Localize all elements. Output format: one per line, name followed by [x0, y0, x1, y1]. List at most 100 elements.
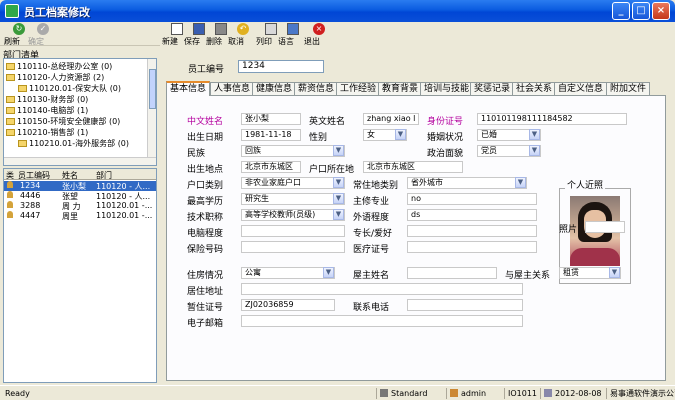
- phone-field[interactable]: [407, 299, 523, 311]
- tab-education[interactable]: 教育背景: [378, 82, 423, 95]
- folder-icon: [18, 140, 27, 147]
- chevron-down-icon[interactable]: ▼: [515, 177, 526, 188]
- nation-select[interactable]: 回族: [241, 145, 345, 157]
- major-field[interactable]: no: [407, 193, 537, 205]
- foreign-language-label: 外语程度: [353, 213, 390, 223]
- english-name-field[interactable]: zhang xiao l: [363, 113, 419, 125]
- employee-list[interactable]: 类 员工编码 姓名 部门 1234 张小梨 110120 - 人... 4446…: [3, 168, 157, 383]
- chevron-down-icon[interactable]: ▼: [529, 145, 540, 156]
- department-item[interactable]: 110130-财务部 (0): [6, 94, 88, 105]
- cancel-icon: ↶: [237, 23, 249, 35]
- owner-name-field[interactable]: [407, 267, 497, 279]
- tab-health-info[interactable]: 健康信息: [252, 82, 297, 95]
- calendar-icon: [544, 389, 552, 397]
- department-item[interactable]: 110150-环境安全健康部 (0): [6, 116, 120, 127]
- department-item[interactable]: 110140-电脑部 (1): [6, 105, 88, 116]
- user-icon: [450, 389, 458, 397]
- tab-attachments[interactable]: 附加文件: [606, 82, 651, 95]
- left-toolbar: ↻ 刷新 ✓ 确定: [0, 22, 160, 46]
- technical-title-select[interactable]: 高等学校教师(员级): [241, 209, 345, 221]
- tab-social-relations[interactable]: 社会关系: [512, 82, 557, 95]
- employee-row[interactable]: 4446 张望 110120 - 人...: [4, 191, 156, 201]
- email-field[interactable]: [241, 315, 523, 327]
- employee-number-field[interactable]: 1234: [238, 60, 324, 73]
- tab-basic-info[interactable]: 基本信息: [166, 81, 211, 96]
- column-header-dept[interactable]: 部门: [96, 170, 112, 181]
- status-company: 易事通软件演示公司: [606, 388, 675, 399]
- tab-custom-info[interactable]: 自定义信息: [554, 82, 608, 95]
- check-icon: ✓: [37, 23, 49, 35]
- computer-level-field[interactable]: [241, 225, 345, 237]
- department-hscrollbar[interactable]: [4, 157, 156, 165]
- folder-icon: [6, 118, 15, 125]
- chinese-name-field[interactable]: 张小梨: [241, 113, 301, 125]
- address-label: 居住地址: [187, 287, 224, 297]
- chevron-down-icon[interactable]: ▼: [529, 129, 540, 140]
- chevron-down-icon[interactable]: ▼: [333, 177, 344, 188]
- department-item[interactable]: 110120.01-保安大队 (0): [18, 83, 121, 94]
- temporary-permit-field[interactable]: ZJ02036859: [241, 299, 335, 311]
- employee-form: 员工编号 1234 基本信息 人事信息 健康信息 薪资信息 工作经验 教育背景 …: [160, 48, 675, 385]
- department-tree[interactable]: 110110-总经理办公室 (0) 110120-人力资源部 (2) 11012…: [3, 58, 157, 166]
- exit-button[interactable]: × 退出: [304, 22, 334, 46]
- cancel-button[interactable]: ↶ 取消: [228, 22, 258, 46]
- hukou-type-select[interactable]: 非农业家庭户口: [241, 177, 345, 189]
- column-header-code[interactable]: 员工编码: [18, 170, 50, 181]
- insurance-number-label: 保险号码: [187, 245, 224, 255]
- department-scrollbar[interactable]: [147, 59, 156, 165]
- insurance-number-field[interactable]: [241, 241, 345, 253]
- mode-icon: [380, 389, 388, 397]
- household-location-field[interactable]: 北京市东城区: [363, 161, 463, 173]
- tab-rewards-penalties[interactable]: 奖惩记录: [470, 82, 515, 95]
- housing-select[interactable]: 公寓: [241, 267, 335, 279]
- chevron-down-icon[interactable]: ▼: [333, 145, 344, 156]
- department-item[interactable]: 110210-销售部 (1): [6, 127, 88, 138]
- employee-row[interactable]: 4447 周里 110120.01 -...: [4, 211, 156, 221]
- address-field[interactable]: [241, 283, 523, 295]
- close-button[interactable]: ×: [652, 2, 670, 20]
- employee-row[interactable]: 1234 张小梨 110120 - 人...: [4, 181, 156, 191]
- chevron-down-icon[interactable]: ▼: [395, 129, 406, 140]
- owner-relation-label: 与屋主关系: [505, 271, 551, 281]
- app-icon: [5, 4, 19, 18]
- department-item[interactable]: 110110-总经理办公室 (0): [6, 61, 112, 72]
- chevron-down-icon[interactable]: ▼: [323, 267, 334, 278]
- tab-training-skills[interactable]: 培训与技能: [420, 82, 474, 95]
- hobby-field[interactable]: [407, 225, 537, 237]
- computer-level-label: 电脑程度: [187, 229, 224, 239]
- chevron-down-icon[interactable]: ▼: [333, 209, 344, 220]
- medical-card-field[interactable]: [407, 241, 537, 253]
- scroll-thumb[interactable]: [149, 69, 156, 109]
- chevron-down-icon[interactable]: ▼: [609, 267, 620, 278]
- photo-label: 照片: [559, 225, 578, 235]
- employee-row[interactable]: 3288 周 力 110120.01 -...: [4, 201, 156, 211]
- confirm-button[interactable]: ✓ 确定: [28, 22, 58, 46]
- tab-personnel-info[interactable]: 人事信息: [210, 82, 255, 95]
- tab-work-experience[interactable]: 工作经验: [336, 82, 381, 95]
- new-document-icon: [171, 23, 183, 35]
- birth-date-field[interactable]: 1981-11-18: [241, 129, 301, 141]
- title-bar: 员工档案修改 _ □ ×: [0, 0, 675, 22]
- main-toolbar: 新建 保存 删除 ↶ 取消 列印 语言 × 退出: [160, 22, 675, 46]
- housing-label: 住房情况: [187, 271, 224, 281]
- column-header-name[interactable]: 姓名: [62, 170, 78, 181]
- birthplace-field[interactable]: 北京市东城区: [241, 161, 301, 173]
- department-item[interactable]: 110210.01-海外服务部 (0): [18, 138, 129, 149]
- status-code: IO1011: [504, 388, 540, 399]
- foreign-language-field[interactable]: ds: [407, 209, 537, 221]
- refresh-icon: ↻: [13, 23, 25, 35]
- photo-field[interactable]: [585, 221, 625, 233]
- tab-salary-info[interactable]: 薪资信息: [294, 82, 339, 95]
- education-select[interactable]: 研究生: [241, 193, 345, 205]
- save-icon: [193, 23, 205, 35]
- employee-list-header: 类 员工编码 姓名 部门: [4, 169, 156, 180]
- minimize-button[interactable]: _: [612, 2, 630, 20]
- column-header-type[interactable]: 类: [6, 170, 14, 181]
- folder-icon: [6, 129, 15, 136]
- chevron-down-icon[interactable]: ▼: [333, 193, 344, 204]
- residence-type-label: 常住地类别: [353, 181, 399, 191]
- department-item[interactable]: 110120-人力资源部 (2): [6, 72, 104, 83]
- id-number-field[interactable]: 110101198111184582: [477, 113, 627, 125]
- maximize-button[interactable]: □: [632, 2, 650, 20]
- residence-type-select[interactable]: 省外城市: [407, 177, 527, 189]
